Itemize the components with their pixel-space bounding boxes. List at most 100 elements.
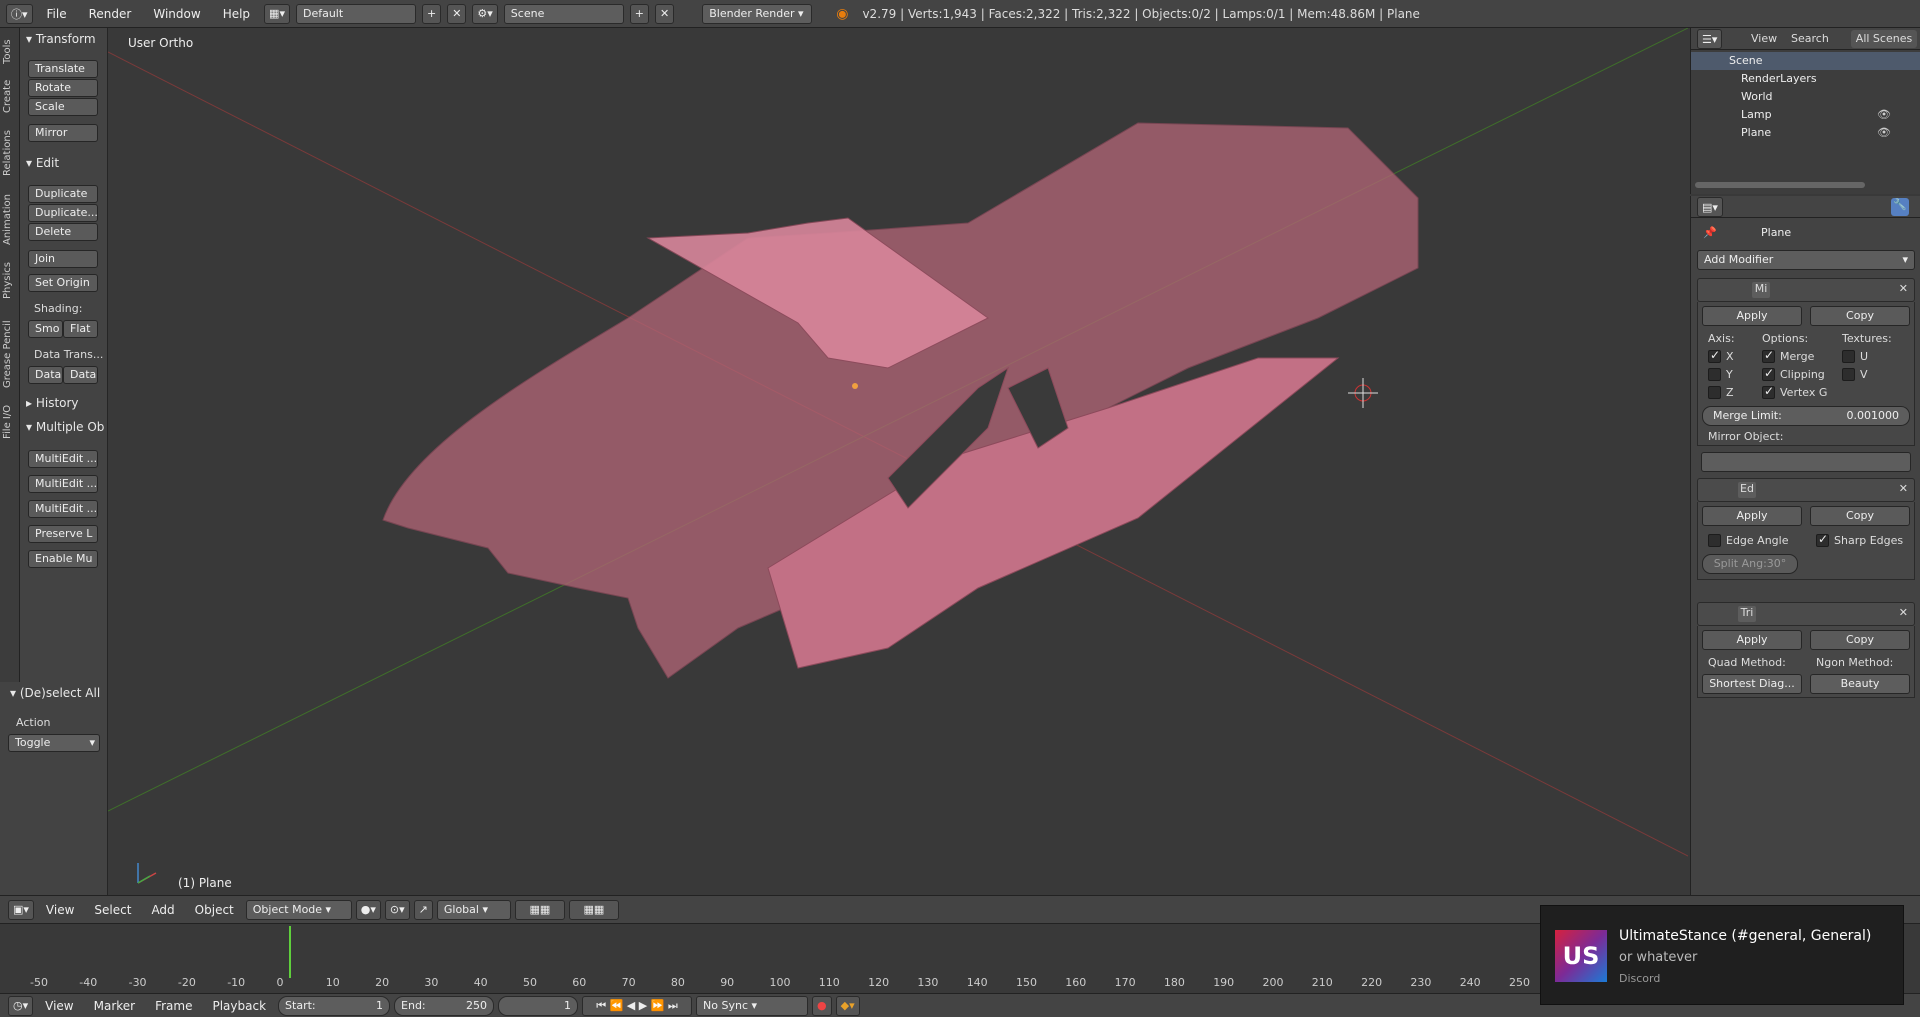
add-layout-icon[interactable]: + <box>421 3 442 24</box>
vertex-group-checkbox[interactable] <box>1762 384 1775 399</box>
outliner-editor-icon[interactable]: ☰▾ <box>1697 29 1723 49</box>
orientation-select[interactable]: Global ▾ <box>436 899 511 920</box>
edit-panel-header[interactable]: ▾ Edit <box>26 156 59 170</box>
flat-button[interactable]: Flat <box>63 320 98 338</box>
preserve-button[interactable]: Preserve L <box>28 525 98 543</box>
tl-menu-marker[interactable]: Marker <box>86 999 143 1013</box>
transform-panel-header[interactable]: ▾ Transform <box>26 32 96 46</box>
triangulate-apply-button[interactable]: Apply <box>1702 630 1802 650</box>
axis-z-checkbox[interactable] <box>1708 386 1721 399</box>
discord-notification[interactable]: US UltimateStance (#general, General) or… <box>1540 905 1904 1005</box>
tab-animation[interactable]: Animation <box>2 188 18 252</box>
tab-relations[interactable]: Relations <box>2 124 18 182</box>
duplicate-button[interactable]: Duplicate <box>28 185 98 203</box>
triangulate-modifier-header[interactable]: Tri ✕ <box>1697 602 1915 626</box>
remove-scene-icon[interactable]: ✕ <box>655 3 675 24</box>
pivot-icon[interactable]: ⊙▾ <box>384 899 410 920</box>
texture-v-checkbox[interactable] <box>1842 368 1855 381</box>
playback-controls[interactable]: ⏮ ⏪ ◀ ▶ ⏩ ⏭ <box>582 995 693 1016</box>
eye-icon[interactable]: 👁 <box>1877 124 1891 142</box>
join-button[interactable]: Join <box>28 250 98 268</box>
viewport-editor-icon[interactable]: ▣▾ <box>8 899 34 920</box>
outliner-item-renderlayers[interactable]: RenderLayers <box>1691 70 1920 88</box>
quad-method-select[interactable]: Shortest Diag... <box>1702 674 1802 694</box>
history-panel-header[interactable]: ▸ History <box>26 396 79 410</box>
edgesplit-modifier-name[interactable]: Ed <box>1738 482 1756 498</box>
tl-menu-view[interactable]: View <box>37 999 81 1013</box>
triangulate-modifier-name[interactable]: Tri <box>1738 606 1756 622</box>
merge-limit-field[interactable]: Merge Limit: 0.001000 <box>1702 406 1910 426</box>
edge-angle-checkbox[interactable] <box>1708 534 1721 547</box>
tab-physics[interactable]: Physics <box>2 256 18 306</box>
data-layout-button[interactable]: Data <box>63 366 98 384</box>
menu-file[interactable]: File <box>39 7 75 21</box>
scene-field[interactable]: Scene <box>503 3 624 24</box>
mirror-apply-button[interactable]: Apply <box>1702 306 1802 326</box>
texture-u-checkbox[interactable] <box>1842 350 1855 363</box>
pin-icon[interactable]: 📌 <box>1703 226 1717 239</box>
outliner-menu-view[interactable]: View <box>1751 32 1777 45</box>
menu-help[interactable]: Help <box>215 7 258 21</box>
end-frame-field[interactable]: End: 250 <box>394 995 495 1016</box>
vp-menu-select[interactable]: Select <box>86 903 139 917</box>
layout-icon[interactable]: ▦▾ <box>264 3 290 24</box>
axis-y-checkbox[interactable] <box>1708 368 1721 381</box>
edgesplit-apply-button[interactable]: Apply <box>1702 506 1802 526</box>
tl-menu-playback[interactable]: Playback <box>204 999 274 1013</box>
multiedit-button-1[interactable]: MultiEdit ... <box>28 450 98 468</box>
split-angle-field[interactable]: Split Ang:30° <box>1702 554 1798 574</box>
mirror-button[interactable]: Mirror <box>28 124 98 142</box>
vp-menu-add[interactable]: Add <box>143 903 182 917</box>
action-select[interactable]: Toggle ▾ <box>8 734 100 752</box>
merge-checkbox[interactable] <box>1762 348 1775 363</box>
add-modifier-select[interactable]: Add Modifier ▾ <box>1697 250 1915 270</box>
3d-viewport[interactable]: User Ortho (1) Plane <box>108 28 1688 895</box>
set-origin-button[interactable]: Set Origin <box>28 274 98 292</box>
outliner-scrollbar[interactable] <box>1695 182 1865 188</box>
add-scene-icon[interactable]: + <box>629 3 650 24</box>
layers-grid-icon[interactable]: ▦▦ <box>514 899 565 920</box>
outliner-item-lamp[interactable]: Lamp 👁 <box>1691 106 1920 124</box>
render-engine-select[interactable]: Blender Render ▾ <box>702 3 813 24</box>
outliner-item-scene[interactable]: Scene <box>1691 52 1920 70</box>
timeline-editor-icon[interactable]: ◷▾ <box>8 995 34 1016</box>
ngon-method-select[interactable]: Beauty <box>1810 674 1910 694</box>
menu-render[interactable]: Render <box>81 7 140 21</box>
edgesplit-modifier-header[interactable]: Ed ✕ <box>1697 478 1915 502</box>
mirror-modifier-name[interactable]: Mi <box>1752 282 1770 298</box>
sharp-edges-checkbox[interactable] <box>1816 532 1829 547</box>
tab-grease-pencil[interactable]: Grease Pencil <box>2 312 18 396</box>
smooth-button[interactable]: Smo <box>28 320 63 338</box>
multiedit-button-2[interactable]: MultiEdit ... <box>28 475 98 493</box>
close-icon[interactable]: ✕ <box>1899 482 1908 495</box>
triangulate-copy-button[interactable]: Copy <box>1810 630 1910 650</box>
vp-menu-object[interactable]: Object <box>187 903 242 917</box>
outliner-display-mode[interactable]: All Scenes <box>1851 30 1917 48</box>
scene-icon[interactable]: ⚙▾ <box>472 3 498 24</box>
vp-menu-view[interactable]: View <box>38 903 82 917</box>
record-icon[interactable]: ● <box>812 995 832 1016</box>
mirror-copy-button[interactable]: Copy <box>1810 306 1910 326</box>
outliner-menu-search[interactable]: Search <box>1791 32 1829 45</box>
shading-mode-icon[interactable]: ●▾ <box>355 899 381 920</box>
outliner-item-plane[interactable]: Plane 👁 <box>1691 124 1920 142</box>
remove-layout-icon[interactable]: ✕ <box>447 3 467 24</box>
menu-window[interactable]: Window <box>145 7 208 21</box>
current-frame-line[interactable] <box>289 926 291 978</box>
close-icon[interactable]: ✕ <box>1899 282 1908 295</box>
tab-tools[interactable]: Tools <box>2 34 18 70</box>
manipulator-icon[interactable]: ↗ <box>413 899 433 920</box>
clipping-checkbox[interactable] <box>1762 366 1775 381</box>
start-frame-field[interactable]: Start: 1 <box>278 995 391 1016</box>
edgesplit-copy-button[interactable]: Copy <box>1810 506 1910 526</box>
current-frame-field[interactable]: 1 <box>498 995 579 1016</box>
eye-icon[interactable]: 👁 <box>1877 106 1891 124</box>
translate-button[interactable]: Translate <box>28 60 98 78</box>
data-transfer-button[interactable]: Data <box>28 366 63 384</box>
properties-editor-icon[interactable]: ▤▾ <box>1697 197 1723 217</box>
wrench-icon[interactable]: 🔧 <box>1891 198 1909 216</box>
layers-grid-icon-2[interactable]: ▦▦ <box>568 899 619 920</box>
mirror-modifier-header[interactable]: Mi ✕ <box>1697 278 1915 302</box>
redo-header[interactable]: ▾ (De)select All <box>10 686 100 700</box>
layout-field[interactable]: Default <box>295 3 416 24</box>
